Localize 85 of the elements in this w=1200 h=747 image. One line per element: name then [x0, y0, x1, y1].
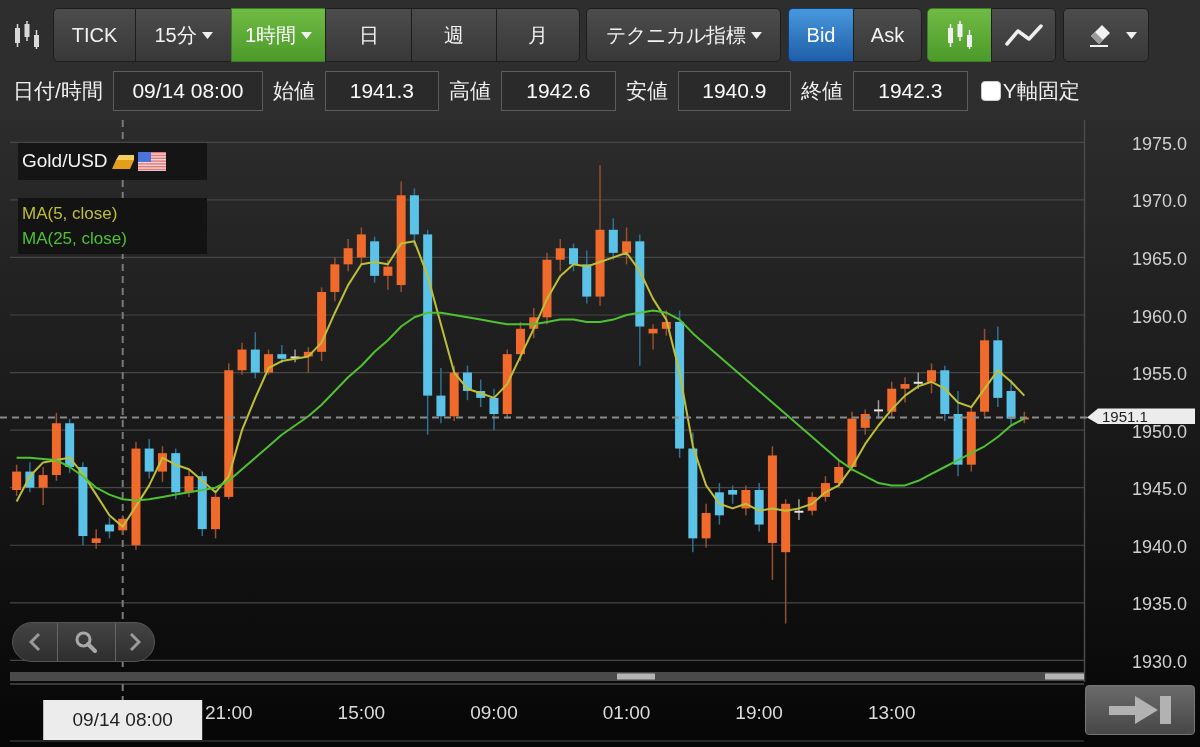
candlestick: [38, 466, 48, 506]
last-price-tag: 1951.1: [1087, 407, 1195, 425]
price-axis-label: 1975.0: [1131, 133, 1187, 154]
candlestick: [237, 341, 247, 376]
candlestick: [356, 226, 366, 266]
timeframe-tab[interactable]: 日: [325, 8, 412, 62]
candlestick: [834, 459, 844, 489]
timeframe-tab[interactable]: 月: [496, 8, 580, 62]
candlestick: [794, 498, 804, 521]
flag-icon: [137, 152, 166, 171]
candlestick: [277, 344, 287, 365]
candlestick: [250, 331, 260, 380]
field-label: 高値: [448, 78, 491, 105]
line-chart-icon: [1004, 24, 1043, 46]
time-axis-label: 21:00: [205, 702, 253, 723]
symbol-label: Gold/USD: [22, 149, 108, 174]
caret-icon: [750, 31, 762, 39]
indicator-menu-button[interactable]: テクニカル指標: [586, 8, 781, 62]
candlestick: [608, 217, 618, 261]
chevron-right-icon: [128, 632, 141, 652]
timeframe-tab[interactable]: 15分: [135, 8, 232, 62]
scrollbar-thumb[interactable]: [617, 673, 655, 680]
scrollbar-thumb[interactable]: [1045, 673, 1084, 680]
arrow-to-bar-icon: [1109, 696, 1171, 724]
candlestick: [12, 463, 22, 497]
value-field[interactable]: 1942.3: [852, 71, 968, 111]
timeframe-tab[interactable]: TICK: [53, 8, 136, 62]
jump-to-latest-button[interactable]: [1085, 685, 1195, 735]
time-axis-label: 09:00: [470, 702, 518, 723]
field-label: 日付/時間: [13, 78, 103, 105]
price-axis-label: 1965.0: [1131, 248, 1187, 269]
price-axis-label: 1935.0: [1131, 594, 1187, 615]
value-field[interactable]: 1940.9: [677, 71, 791, 111]
candlestick: [184, 468, 194, 498]
candlestick: [622, 226, 632, 266]
price-axis-label: 1960.0: [1131, 306, 1187, 327]
time-axis-label: 19:00: [735, 702, 783, 723]
time-axis-label: 01:00: [602, 702, 651, 723]
candlestick: [91, 528, 101, 550]
value-field[interactable]: 09/14 08:00: [112, 71, 263, 111]
candlestick: [927, 362, 937, 395]
candlestick: [900, 376, 910, 404]
candlestick: [383, 258, 393, 291]
value-field[interactable]: 1941.3: [324, 71, 439, 111]
price-axis-label: 1940.0: [1131, 536, 1187, 557]
candlestick: [887, 381, 897, 420]
candlestick: [144, 438, 154, 480]
drawing-tool-button[interactable]: [1063, 8, 1149, 62]
field-label: 始値: [272, 78, 315, 105]
caret-icon: [201, 31, 213, 39]
candlestick-icon: [946, 21, 973, 49]
ingot-icon: [111, 154, 134, 169]
search-icon: [75, 631, 98, 653]
candlestick: [873, 399, 883, 420]
price-side-tab[interactable]: Bid: [788, 8, 854, 62]
candlestick: [489, 387, 499, 431]
candlestick: [343, 238, 353, 272]
time-axis-label: 15:00: [337, 702, 386, 723]
value-field[interactable]: 1942.6: [500, 71, 616, 111]
candlestick: [569, 242, 579, 272]
price-axis-label: 1930.0: [1131, 651, 1187, 672]
price-side-tab[interactable]: Ask: [853, 8, 922, 62]
caret-icon: [1125, 31, 1137, 39]
candlestick-icon: [14, 21, 40, 49]
field-label: 安値: [625, 78, 668, 105]
crosshair-time-label: 09/14 08:00: [43, 700, 203, 740]
indicator-label: MA(5, close): [22, 203, 119, 225]
eraser-icon: [1087, 23, 1112, 47]
time-axis-label: 13:00: [867, 702, 916, 723]
candlestick: [728, 484, 738, 505]
candlestick: [436, 367, 446, 424]
price-axis-label: 1945.0: [1131, 479, 1187, 500]
indicator-label: MA(25, close): [22, 228, 128, 250]
price-axis-label: 1955.0: [1131, 364, 1187, 385]
chevron-left-icon: [29, 632, 42, 652]
candlestick: [860, 408, 870, 436]
caret-icon: [301, 31, 313, 39]
chart-type-button[interactable]: [991, 8, 1056, 62]
timeframe-tab[interactable]: 週: [411, 8, 497, 62]
candlestick: [555, 238, 565, 272]
scrollbar-track[interactable]: [10, 672, 1084, 681]
field-label: 終値: [800, 78, 843, 105]
price-axis-label: 1970.0: [1131, 191, 1187, 212]
checkbox[interactable]: [980, 81, 1001, 101]
checkbox-label: Y軸固定: [1002, 78, 1080, 105]
